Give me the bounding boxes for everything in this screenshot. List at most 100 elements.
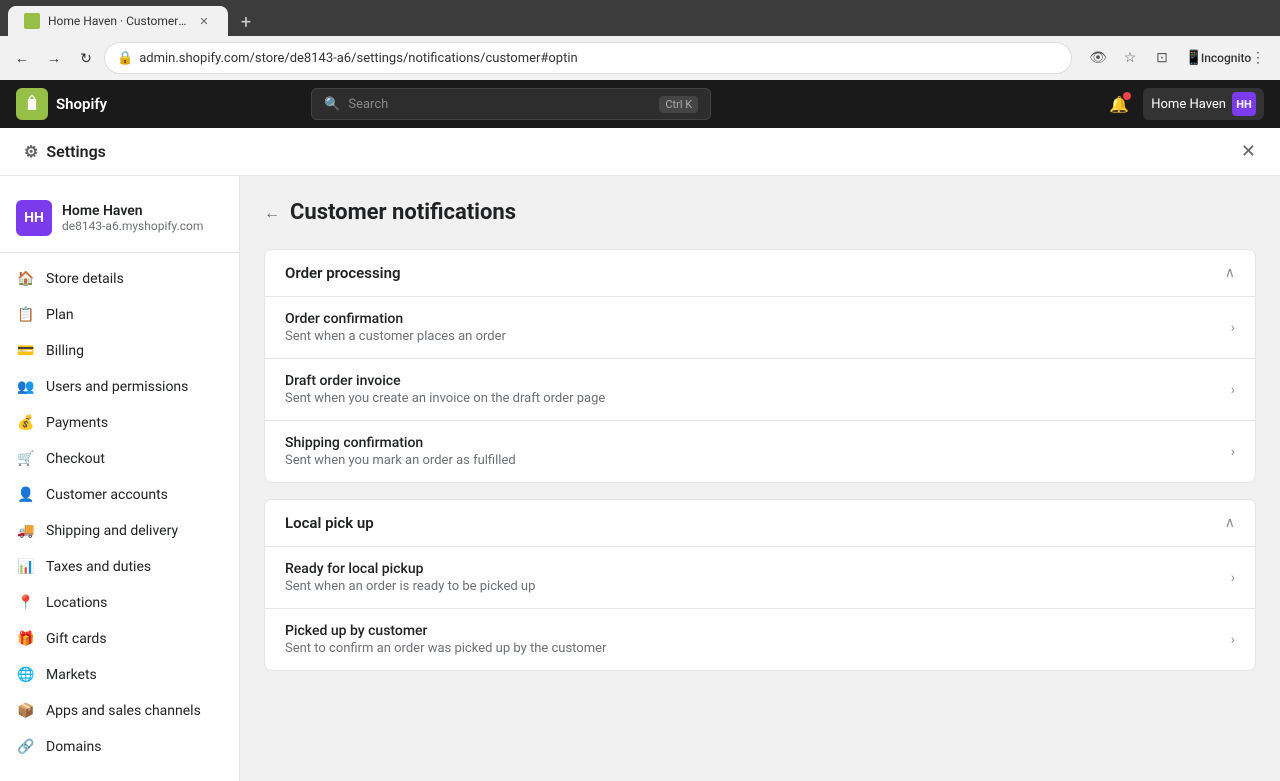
sidebar-label-gift-cards: Gift cards [46, 631, 107, 647]
settings-sidebar: HH Home Haven de8143-a6.myshopify.com 🏠 … [0, 176, 240, 781]
search-icon: 🔍 [324, 97, 340, 112]
shopify-logo: Shopify [16, 88, 107, 120]
section-title-order-processing: Order processing [285, 264, 401, 282]
sidebar-item-store-details[interactable]: 🏠 Store details [0, 261, 239, 297]
notification-item-ready-for-local-pickup[interactable]: Ready for local pickup Sent when an orde… [265, 546, 1255, 608]
sidebar-item-plan[interactable]: 📋 Plan [0, 297, 239, 333]
back-button[interactable]: ← [8, 44, 36, 72]
sidebar-store-domain: de8143-a6.myshopify.com [62, 219, 203, 233]
sidebar-icon-payments: 💰 [16, 413, 36, 433]
page-header: ← Customer notifications [264, 200, 1256, 225]
notification-info-shipping-confirmation: Shipping confirmation Sent when you mark… [285, 435, 1223, 468]
notification-chevron-order-confirmation: › [1231, 320, 1235, 336]
section-order-processing: Order processing ∧ Order confirmation Se… [264, 249, 1256, 483]
sidebar-items-container: 🏠 Store details 📋 Plan 💳 Billing 👥 Users… [0, 261, 239, 765]
notification-desc-picked-up-by-customer: Sent to confirm an order was picked up b… [285, 641, 1223, 656]
sidebar-icon-locations: 📍 [16, 593, 36, 613]
sidebar-item-markets[interactable]: 🌐 Markets [0, 657, 239, 693]
address-url: admin.shopify.com/store/de8143-a6/settin… [139, 51, 1059, 66]
browser-tab-active[interactable]: Home Haven · Customer notific... ✕ [8, 6, 228, 36]
shopify-logo-icon [16, 88, 48, 120]
sidebar-label-markets: Markets [46, 667, 97, 683]
sidebar-icon-users-and-permissions: 👥 [16, 377, 36, 397]
extensions-icon[interactable]: ⊡ [1148, 44, 1176, 72]
sidebar-item-taxes-and-duties[interactable]: 📊 Taxes and duties [0, 549, 239, 585]
section-header-local-pick-up[interactable]: Local pick up ∧ [265, 500, 1255, 546]
section-chevron-order-processing: ∧ [1225, 265, 1235, 281]
sidebar-label-users-and-permissions: Users and permissions [46, 379, 188, 395]
notification-desc-ready-for-local-pickup: Sent when an order is ready to be picked… [285, 579, 1223, 594]
reload-button[interactable]: ↻ [72, 44, 100, 72]
eye-off-icon[interactable]: 👁 [1084, 44, 1112, 72]
sidebar-label-customer-accounts: Customer accounts [46, 487, 168, 503]
notification-title-order-confirmation: Order confirmation [285, 311, 1223, 327]
sidebar-item-payments[interactable]: 💰 Payments [0, 405, 239, 441]
section-chevron-local-pick-up: ∧ [1225, 515, 1235, 531]
sidebar-icon-store-details: 🏠 [16, 269, 36, 289]
back-button[interactable]: ← [264, 203, 280, 223]
browser-tab-bar: Home Haven · Customer notific... ✕ + [0, 0, 1280, 36]
tab-title: Home Haven · Customer notific... [48, 14, 188, 28]
close-settings-button[interactable]: ✕ [1241, 141, 1256, 162]
notification-info-picked-up-by-customer: Picked up by customer Sent to confirm an… [285, 623, 1223, 656]
tab-favicon [24, 13, 40, 29]
notification-item-order-confirmation[interactable]: Order confirmation Sent when a customer … [265, 296, 1255, 358]
sidebar-item-domains[interactable]: 🔗 Domains [0, 729, 239, 765]
section-header-order-processing[interactable]: Order processing ∧ [265, 250, 1255, 296]
new-tab-button[interactable]: + [232, 8, 260, 36]
main-content: ← Customer notifications Order processin… [240, 176, 1280, 781]
notification-desc-draft-order-invoice: Sent when you create an invoice on the d… [285, 391, 1223, 406]
sidebar-item-users-and-permissions[interactable]: 👥 Users and permissions [0, 369, 239, 405]
sidebar-item-checkout[interactable]: 🛒 Checkout [0, 441, 239, 477]
notification-button[interactable]: 🔔 [1103, 88, 1135, 120]
menu-icon[interactable]: ⋮ [1244, 44, 1272, 72]
page-title: Customer notifications [290, 200, 516, 225]
settings-header: ⚙ Settings ✕ [0, 128, 1280, 176]
notification-badge [1123, 92, 1131, 100]
sidebar-label-store-details: Store details [46, 271, 124, 287]
sidebar-icon-customer-accounts: 👤 [16, 485, 36, 505]
sidebar-label-shipping-and-delivery: Shipping and delivery [46, 523, 178, 539]
notification-item-picked-up-by-customer[interactable]: Picked up by customer Sent to confirm an… [265, 608, 1255, 670]
sidebar-item-gift-cards[interactable]: 🎁 Gift cards [0, 621, 239, 657]
search-shortcut: Ctrl K [659, 96, 698, 113]
sidebar-item-apps-and-sales-channels[interactable]: 📦 Apps and sales channels [0, 693, 239, 729]
browser-controls: ← → ↻ 🔒 admin.shopify.com/store/de8143-a… [0, 36, 1280, 80]
sidebar-item-billing[interactable]: 💳 Billing [0, 333, 239, 369]
sidebar-icon-plan: 📋 [16, 305, 36, 325]
store-menu-button[interactable]: Home Haven HH [1143, 88, 1264, 120]
tab-close-icon[interactable]: ✕ [196, 13, 212, 29]
store-name-label: Home Haven [1151, 97, 1226, 112]
sidebar-icon-gift-cards: 🎁 [16, 629, 36, 649]
sidebar-icon-apps-and-sales-channels: 📦 [16, 701, 36, 721]
sidebar-icon-markets: 🌐 [16, 665, 36, 685]
sidebar-store-name: Home Haven [62, 203, 203, 219]
sidebar-item-locations[interactable]: 📍 Locations [0, 585, 239, 621]
notification-item-shipping-confirmation[interactable]: Shipping confirmation Sent when you mark… [265, 420, 1255, 482]
sidebar-icon-taxes-and-duties: 📊 [16, 557, 36, 577]
section-local-pick-up: Local pick up ∧ Ready for local pickup S… [264, 499, 1256, 671]
bookmark-icon[interactable]: ☆ [1116, 44, 1144, 72]
settings-title: Settings [46, 142, 106, 161]
address-bar[interactable]: 🔒 admin.shopify.com/store/de8143-a6/sett… [104, 42, 1072, 74]
notification-chevron-draft-order-invoice: › [1231, 382, 1235, 398]
shopify-search[interactable]: 🔍 Search Ctrl K [311, 88, 711, 120]
sidebar-label-domains: Domains [46, 739, 101, 755]
sidebar-item-customer-accounts[interactable]: 👤 Customer accounts [0, 477, 239, 513]
search-text: Search [348, 97, 388, 112]
forward-button[interactable]: → [40, 44, 68, 72]
sections-container: Order processing ∧ Order confirmation Se… [264, 249, 1256, 671]
sidebar-label-apps-and-sales-channels: Apps and sales channels [46, 703, 201, 719]
store-info: HH Home Haven de8143-a6.myshopify.com [0, 192, 239, 253]
settings-body: HH Home Haven de8143-a6.myshopify.com 🏠 … [0, 176, 1280, 781]
notification-desc-order-confirmation: Sent when a customer places an order [285, 329, 1223, 344]
sidebar-label-billing: Billing [46, 343, 84, 359]
notification-title-picked-up-by-customer: Picked up by customer [285, 623, 1223, 639]
sidebar-label-locations: Locations [46, 595, 107, 611]
settings-header-left: ⚙ Settings [24, 142, 106, 161]
sidebar-label-checkout: Checkout [46, 451, 105, 467]
gear-icon: ⚙ [24, 142, 38, 161]
store-avatar-large: HH [16, 200, 52, 236]
notification-item-draft-order-invoice[interactable]: Draft order invoice Sent when you create… [265, 358, 1255, 420]
sidebar-item-shipping-and-delivery[interactable]: 🚚 Shipping and delivery [0, 513, 239, 549]
